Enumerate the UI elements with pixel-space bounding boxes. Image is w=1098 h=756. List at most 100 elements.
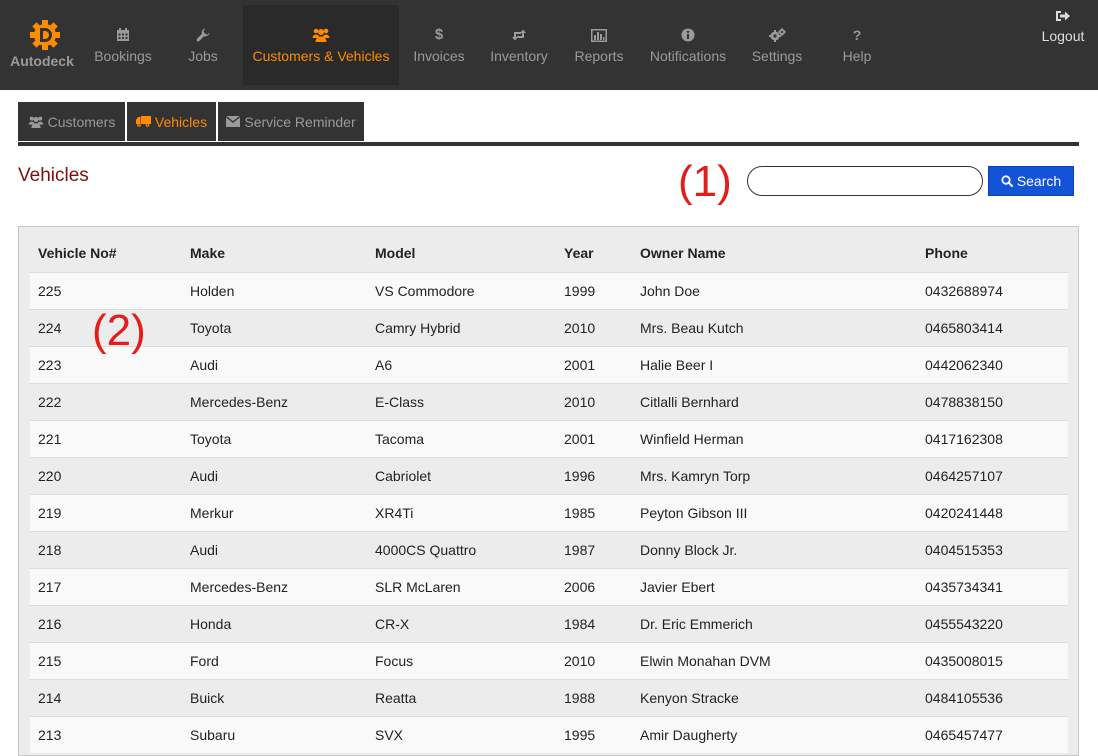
table-row[interactable]: 218 Audi 4000CS Quattro 1987 Donny Block Jr.… [30, 530, 1068, 568]
nav-item-customers-vehicles[interactable]: Customers & Vehicles [243, 5, 399, 85]
cell-make: Holden [182, 271, 367, 309]
cell-vehicle-no: 213 [30, 715, 182, 753]
nav-label-reports: Reports [574, 48, 624, 64]
table-row[interactable]: 215 Ford Focus 2010 Elwin Monahan DVM 0435008… [30, 641, 1068, 679]
nav-label-customers-vehicles: Customers & Vehicles [252, 48, 390, 64]
cell-year: 2001 [556, 419, 632, 457]
cell-model: Camry Hybrid [367, 308, 556, 346]
cell-year: 1987 [556, 530, 632, 568]
cell-vehicle-no: 221 [30, 419, 182, 457]
cell-make: Buick [182, 678, 367, 716]
cell-make: Audi [182, 530, 367, 568]
cell-vehicle-no: 214 [30, 678, 182, 716]
table-row[interactable]: 221 Toyota Tacoma 2001 Winfield Herman 041716… [30, 419, 1068, 457]
cell-phone: 0478838150 [917, 382, 1068, 420]
table-row[interactable]: 216 Honda CR-X 1984 Dr. Eric Emmerich 0455543… [30, 604, 1068, 642]
cell-make: Mercedes-Benz [182, 382, 367, 420]
nav-item-reports[interactable]: Reports [562, 0, 636, 90]
cell-phone: 0420241448 [917, 493, 1068, 531]
users-icon [28, 116, 43, 128]
cell-make: Merkur [182, 493, 367, 531]
cell-make: Subaru [182, 715, 367, 753]
column-header-phone[interactable]: Phone [917, 235, 1068, 272]
cell-phone: 0465457477 [917, 715, 1068, 753]
column-header-model[interactable]: Model [367, 235, 556, 272]
cell-owner-name: Mrs. Kamryn Torp [632, 456, 917, 494]
tabs-divider [18, 142, 1079, 146]
cell-vehicle-no: 219 [30, 493, 182, 531]
cell-vehicle-no: 222 [30, 382, 182, 420]
nav-label-bookings: Bookings [94, 48, 152, 64]
page-title: Vehicles [18, 165, 89, 186]
tab-vehicles[interactable]: Vehicles [127, 102, 216, 141]
cell-phone: 0484105536 [917, 678, 1068, 716]
logout-link[interactable]: Logout [1032, 0, 1094, 90]
nav-item-bookings[interactable]: Bookings [84, 0, 162, 90]
table-row[interactable]: 217 Mercedes-Benz SLR McLaren 2006 Javier Eb… [30, 567, 1068, 605]
calendar-icon [117, 28, 129, 41]
cell-owner-name: Peyton Gibson III [632, 493, 917, 531]
table-row[interactable]: 223 Audi A6 2001 Halie Beer I 0442062340 [30, 345, 1068, 383]
table-row[interactable]: 222 Mercedes-Benz E-Class 2010 Citlalli Bern… [30, 382, 1068, 420]
table-row[interactable]: 225 Holden VS Commodore 1999 John Doe 0432688… [30, 271, 1068, 309]
vehicles-table-panel: Vehicle No# Make Model Year Owner Name P… [18, 226, 1079, 756]
cell-owner-name: Winfield Herman [632, 419, 917, 457]
column-header-owner-name[interactable]: Owner Name [632, 235, 917, 272]
brand-link[interactable]: Autodeck [0, 0, 84, 90]
info-icon [681, 28, 695, 42]
tab-customers[interactable]: Customers [18, 102, 125, 141]
wrench-icon [196, 28, 210, 42]
column-header-vehicle-no[interactable]: Vehicle No# [30, 235, 182, 272]
table-row[interactable]: 213 Subaru SVX 1995 Amir Daugherty 0465457477 [30, 715, 1068, 753]
cell-vehicle-no: 225 [30, 271, 182, 309]
cell-owner-name: John Doe [632, 271, 917, 309]
cell-year: 2006 [556, 567, 632, 605]
nav-item-invoices[interactable]: $ Invoices [402, 0, 476, 90]
cell-model: SLR McLaren [367, 567, 556, 605]
cell-owner-name: Javier Ebert [632, 567, 917, 605]
nav-item-help[interactable]: ? Help [820, 0, 894, 90]
table-row[interactable]: 224 Toyota Camry Hybrid 2010 Mrs. Beau Kutch… [30, 308, 1068, 346]
cell-owner-name: Elwin Monahan DVM [632, 641, 917, 679]
nav-label-invoices: Invoices [413, 48, 465, 64]
cell-phone: 0442062340 [917, 345, 1068, 383]
table-row[interactable]: 219 Merkur XR4Ti 1985 Peyton Gibson III 04202… [30, 493, 1068, 531]
cell-phone: 0435734341 [917, 567, 1068, 605]
nav-label-inventory: Inventory [490, 48, 548, 64]
search-input[interactable] [747, 166, 983, 196]
column-header-make[interactable]: Make [182, 235, 367, 272]
dollar-icon: $ [434, 26, 444, 43]
vehicles-table: Vehicle No# Make Model Year Owner Name P… [30, 235, 1068, 753]
tab-vehicles-label: Vehicles [154, 113, 208, 130]
annotation-label-2: (2) [92, 306, 146, 355]
cell-model: Reatta [367, 678, 556, 716]
cell-vehicle-no: 215 [30, 641, 182, 679]
retweet-icon [512, 29, 526, 41]
cell-year: 2010 [556, 308, 632, 346]
nav-item-notifications[interactable]: Notifications [642, 0, 734, 90]
cell-vehicle-no: 220 [30, 456, 182, 494]
cell-make: Mercedes-Benz [182, 567, 367, 605]
nav-label-help: Help [842, 48, 872, 64]
nav-item-settings[interactable]: Settings [740, 0, 814, 90]
table-row[interactable]: 214 Buick Reatta 1988 Kenyon Stracke 04841055… [30, 678, 1068, 716]
column-header-year[interactable]: Year [556, 235, 632, 272]
cell-model: E-Class [367, 382, 556, 420]
annotation-label-1: (1) [678, 157, 732, 206]
search-icon [1001, 175, 1013, 187]
cell-owner-name: Mrs. Beau Kutch [632, 308, 917, 346]
autodeck-gear-icon [30, 20, 60, 50]
tab-customers-label: Customers [47, 113, 116, 130]
cell-owner-name: Donny Block Jr. [632, 530, 917, 568]
cell-phone: 0432688974 [917, 271, 1068, 309]
table-row[interactable]: 220 Audi Cabriolet 1996 Mrs. Kamryn Torp 0464… [30, 456, 1068, 494]
search-button[interactable]: Search [988, 166, 1074, 196]
cell-vehicle-no: 216 [30, 604, 182, 642]
nav-item-inventory[interactable]: Inventory [480, 0, 558, 90]
nav-label-settings: Settings [751, 48, 803, 64]
tab-service-reminder[interactable]: Service Reminder [218, 102, 364, 141]
cell-owner-name: Citlalli Bernhard [632, 382, 917, 420]
top-navbar: Autodeck Bookings Jobs Customers & Vehic… [0, 0, 1098, 90]
nav-item-jobs[interactable]: Jobs [166, 0, 240, 90]
cell-phone: 0464257107 [917, 456, 1068, 494]
